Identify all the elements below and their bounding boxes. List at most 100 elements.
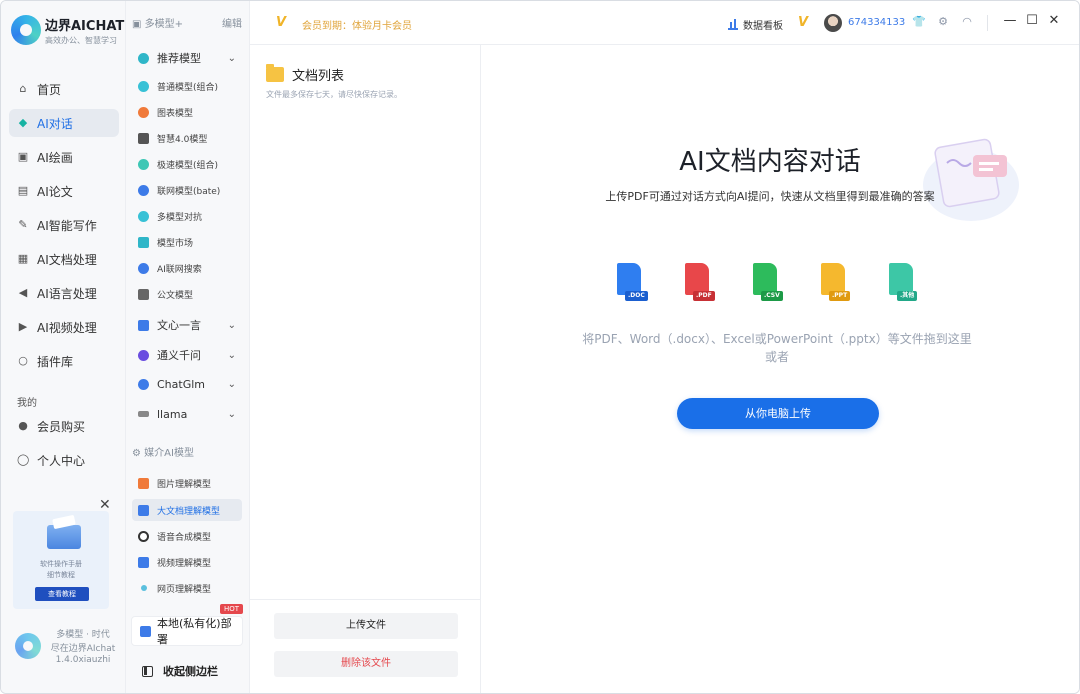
tutorial-promo-card: 软件操作手册 细节教程 查看教程 [13,511,109,609]
model-group-tongyi[interactable]: 通义千问 ⌄ [132,344,242,366]
nav-item-profile[interactable]: ◯ 个人中心 [9,446,119,474]
model-item[interactable]: 普通模型(组合) [132,75,242,97]
market-icon [138,236,149,248]
document-list-header: 文档列表 [266,64,344,84]
gear-icon[interactable]: ⚙ [936,15,950,29]
view-tutorial-button[interactable]: 查看教程 [35,587,89,601]
model-group-chatglm[interactable]: ChatGlm ⌄ [132,373,242,395]
app-logo: 边界AICHAT 高效办公、智慧学习 [11,13,125,49]
app-window: 边界AICHAT 高效办公、智慧学习 ⌂ 首页 ◆ AI对话 ▣ AI绘画 ▤ … [0,0,1080,694]
nav-label: 插件库 [37,354,74,369]
brain-icon [138,132,149,144]
nav-item-ai-chat[interactable]: ◆ AI对话 [9,109,119,137]
top-bar: V 会员到期：体验月卡会员 数据看板 V 674334133 👕 ⚙ ◠ — ☐… [250,1,1079,45]
nav-item-home[interactable]: ⌂ 首页 [9,75,119,103]
csv-file-icon: .CSV [749,263,787,309]
home-icon: ⌂ [19,82,27,95]
maximize-icon[interactable]: ☐ [1024,13,1040,29]
local-deployment-button[interactable]: 本地(私有化)部署 [131,616,243,646]
model-item[interactable]: AI联网搜索 [132,257,242,279]
nav-label: AI智能写作 [37,218,97,233]
close-icon[interactable]: ✕ [1046,13,1062,29]
drop-zone-hint[interactable]: 将PDF、Word（.docx）、Excel或PowerPoint（.pptx）… [577,330,977,366]
nav-item-membership[interactable]: ● 会员购买 [9,412,119,440]
nav-label: AI文档处理 [37,252,97,267]
nav-item-ai-language[interactable]: ◀ AI语言处理 [9,279,119,307]
model-item[interactable]: 模型市场 [132,231,242,253]
model-item[interactable]: 图表模型 [132,101,242,123]
avatar[interactable] [824,14,842,32]
minimize-icon[interactable]: — [1002,13,1018,29]
llama-icon [138,411,149,417]
document-icon [138,504,149,516]
person-icon: ◯ [17,453,30,466]
upload-from-computer-button[interactable]: 从你电脑上传 [677,398,879,429]
image-icon [138,477,149,489]
model-item[interactable]: 语音合成模型 [132,525,242,547]
nav-item-ai-writing[interactable]: ✎ AI智能写作 [9,211,119,239]
model-icon [138,158,149,170]
sidebar-icon [142,665,153,677]
logo-subtitle: 高效办公、智慧学习 [45,36,117,45]
nav-label: AI语言处理 [37,286,97,301]
folder-icon [47,525,81,549]
nav-label: AI视频处理 [37,320,97,335]
nav-section-mine: 我的 [17,398,37,409]
model-icon [138,210,149,222]
nav-item-ai-document[interactable]: ▦ AI文档处理 [9,245,119,273]
file-type-icons: .DOC .PDF .CSV .PPT .其他 [613,263,933,313]
nav-item-ai-draw[interactable]: ▣ AI绘画 [9,143,119,171]
model-item[interactable]: 极速模型(组合) [132,153,242,175]
document-list-panel: 文档列表 文件最多保存七天，请尽快保存记录。 上传文件 删除该文件 [250,45,481,693]
model-item[interactable]: 智慧4.0模型 [132,127,242,149]
user-id[interactable]: 674334133 [848,17,905,28]
ppt-file-icon: .PPT [817,263,855,309]
chevron-down-icon: ⌄ [227,349,236,361]
document-icon [138,288,149,300]
shirt-icon[interactable]: 👕 [912,15,926,29]
model-item[interactable]: 联网模型(bate) [132,179,242,201]
page-subtitle: 上传PDF可通过对话方式向AI提问，快速从文档里得到最准确的答案 [605,190,935,203]
model-group-recommended[interactable]: 推荐模型 ⌄ [132,47,242,69]
nav-item-ai-video[interactable]: ▶ AI视频处理 [9,313,119,341]
footer-line-2: 尽在边界AIchat [50,644,116,654]
model-item[interactable]: 公文模型 [132,283,242,305]
chart-icon [138,106,149,118]
footer-logo-icon [15,633,41,659]
left-nav: 边界AICHAT 高效办公、智慧学习 ⌂ 首页 ◆ AI对话 ▣ AI绘画 ▤ … [1,1,126,693]
recommended-icon [138,52,149,64]
model-item[interactable]: 网页理解模型 [132,577,242,599]
hot-badge: HOT [220,604,244,614]
nav-item-ai-paper[interactable]: ▤ AI论文 [9,177,119,205]
vip-icon: V [798,15,809,30]
vip-icon: V [276,15,287,30]
delete-file-button[interactable]: 删除该文件 [274,651,458,677]
globe-icon [138,184,149,196]
model-item[interactable]: 图片理解模型 [132,472,242,494]
upload-file-button[interactable]: 上传文件 [274,613,458,639]
wenxin-icon [138,319,149,331]
footer-line-1: 多模型 · 时代 [56,630,110,640]
dashboard-button[interactable]: 数据看板 [728,17,783,32]
model-item[interactable]: 视频理解模型 [132,551,242,573]
chevron-down-icon: ⌄ [227,319,236,331]
model-item-large-document[interactable]: 大文档理解模型 [132,499,242,521]
nav-label: AI绘画 [37,150,73,165]
models-edit-button[interactable]: 编辑 [222,15,242,30]
speaker-icon: ◀ [18,286,28,299]
model-item[interactable]: 多模型对抗 [132,205,242,227]
headset-icon[interactable]: ◠ [960,15,974,29]
image-icon: ▣ [17,150,29,163]
nav-item-plugins[interactable]: ○ 插件库 [9,347,119,375]
membership-status[interactable]: 会员到期：体验月卡会员 [302,17,412,32]
web-icon [141,585,147,591]
nav-label: AI对话 [37,116,73,131]
divider [250,599,480,600]
doc-file-icon: .DOC [613,263,651,309]
promo-line-2: 细节教程 [47,571,75,579]
model-group-llama[interactable]: llama ⌄ [132,403,242,425]
collapse-sidebar-button[interactable]: 收起侧边栏 [142,663,218,679]
model-group-wenxin[interactable]: 文心一言 ⌄ [132,314,242,336]
video-icon [138,556,149,568]
logo-title: 边界AICHAT [45,19,125,34]
